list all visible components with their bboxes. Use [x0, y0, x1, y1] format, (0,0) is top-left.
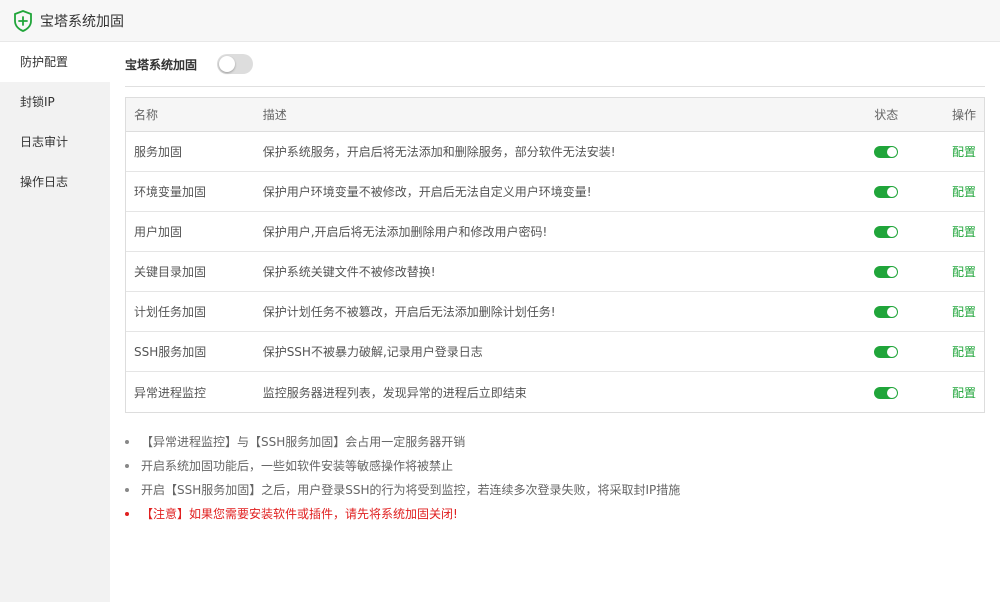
row-desc: 保护用户,开启后将无法添加删除用户和修改用户密码! — [262, 225, 548, 239]
table-row: SSH服务加固 保护SSH不被暴力破解,记录用户登录日志 配置 — [126, 332, 984, 372]
row-name: 计划任务加固 — [134, 305, 207, 319]
row-name: 环境变量加固 — [134, 185, 207, 199]
table-row: 关键目录加固 保护系统关键文件不被修改替换! 配置 — [126, 252, 984, 292]
title-bar: 宝塔系统加固 — [0, 0, 1000, 42]
note-item: 开启【SSH服务加固】之后，用户登录SSH的行为将受到监控，若连续多次登录失败，… — [125, 478, 985, 502]
master-switch-row: 宝塔系统加固 — [125, 42, 985, 87]
row-desc: 保护用户环境变量不被修改，开启后无法自定义用户环境变量! — [262, 185, 592, 199]
header-desc: 描述 — [262, 108, 287, 122]
row-name: SSH服务加固 — [134, 345, 207, 359]
row-status-toggle[interactable] — [874, 306, 899, 318]
row-desc: 保护系统关键文件不被修改替换! — [262, 265, 436, 279]
row-status-toggle[interactable] — [874, 146, 899, 158]
table-row: 服务加固 保护系统服务，开启后将无法添加和删除服务，部分软件无法安装! 配置 — [126, 132, 984, 172]
sidebar-item-block-ip[interactable]: 封锁IP — [0, 82, 110, 122]
row-desc: 监控服务器进程列表，发现异常的进程后立即结束 — [262, 385, 527, 400]
config-link[interactable]: 配置 — [952, 145, 976, 159]
warning-note: 【注意】如果您需要安装软件或插件，请先将系统加固关闭! — [125, 502, 985, 526]
master-switch-toggle[interactable] — [217, 54, 254, 74]
row-status-toggle[interactable] — [874, 226, 899, 238]
row-name: 关键目录加固 — [134, 265, 207, 279]
config-link[interactable]: 配置 — [952, 265, 976, 279]
config-link[interactable]: 配置 — [952, 225, 976, 239]
window-title: 宝塔系统加固 — [40, 13, 124, 30]
shield-plus-icon — [14, 9, 32, 32]
config-link[interactable]: 配置 — [952, 345, 976, 359]
table-row: 异常进程监控 监控服务器进程列表，发现异常的进程后立即结束 配置 — [126, 372, 984, 412]
sidebar-item-log-audit[interactable]: 日志审计 — [0, 122, 110, 162]
table-header: 名称 描述 状态 操作 — [126, 98, 984, 132]
header-op: 操作 — [951, 108, 976, 122]
row-name: 服务加固 — [134, 145, 183, 159]
main-panel: 宝塔系统加固 名称 描述 状态 操作 服务加固 保护系统服务，开启后将无法添加和… — [110, 42, 1000, 602]
row-status-toggle[interactable] — [874, 386, 899, 399]
header-state: 状态 — [874, 108, 899, 122]
master-switch-label: 宝塔系统加固 — [125, 57, 198, 72]
row-status-toggle[interactable] — [874, 346, 899, 358]
row-status-toggle[interactable] — [874, 266, 899, 278]
note-item: 【异常进程监控】与【SSH服务加固】会占用一定服务器开销 — [125, 430, 985, 454]
config-link[interactable]: 配置 — [952, 305, 976, 319]
row-name: 用户加固 — [134, 225, 183, 239]
table-row: 计划任务加固 保护计划任务不被篡改，开启后无法添加删除计划任务! 配置 — [126, 292, 984, 332]
header-name: 名称 — [134, 108, 159, 122]
toggle-knob — [219, 56, 236, 72]
table-row: 环境变量加固 保护用户环境变量不被修改，开启后无法自定义用户环境变量! 配置 — [126, 172, 984, 212]
table-row: 用户加固 保护用户,开启后将无法添加删除用户和修改用户密码! 配置 — [126, 212, 984, 252]
note-item: 开启系统加固功能后，一些如软件安装等敏感操作将被禁止 — [125, 454, 985, 478]
notes-list: 【异常进程监控】与【SSH服务加固】会占用一定服务器开销 开启系统加固功能后，一… — [125, 430, 985, 526]
row-desc: 保护系统服务，开启后将无法添加和删除服务，部分软件无法安装! — [262, 145, 616, 159]
row-desc: 保护计划任务不被篡改，开启后无法添加删除计划任务! — [262, 305, 556, 319]
config-link[interactable]: 配置 — [952, 386, 976, 400]
hardening-table: 名称 描述 状态 操作 服务加固 保护系统服务，开启后将无法添加和删除服务，部分… — [125, 97, 985, 413]
config-link[interactable]: 配置 — [952, 185, 976, 199]
sidebar: 防护配置 封锁IP 日志审计 操作日志 — [0, 42, 110, 602]
row-status-toggle[interactable] — [874, 186, 899, 198]
row-desc: 保护SSH不被暴力破解,记录用户登录日志 — [262, 345, 483, 359]
sidebar-item-operation-log[interactable]: 操作日志 — [0, 162, 110, 202]
sidebar-item-protection-config[interactable]: 防护配置 — [0, 42, 110, 82]
row-name: 异常进程监控 — [134, 385, 207, 400]
